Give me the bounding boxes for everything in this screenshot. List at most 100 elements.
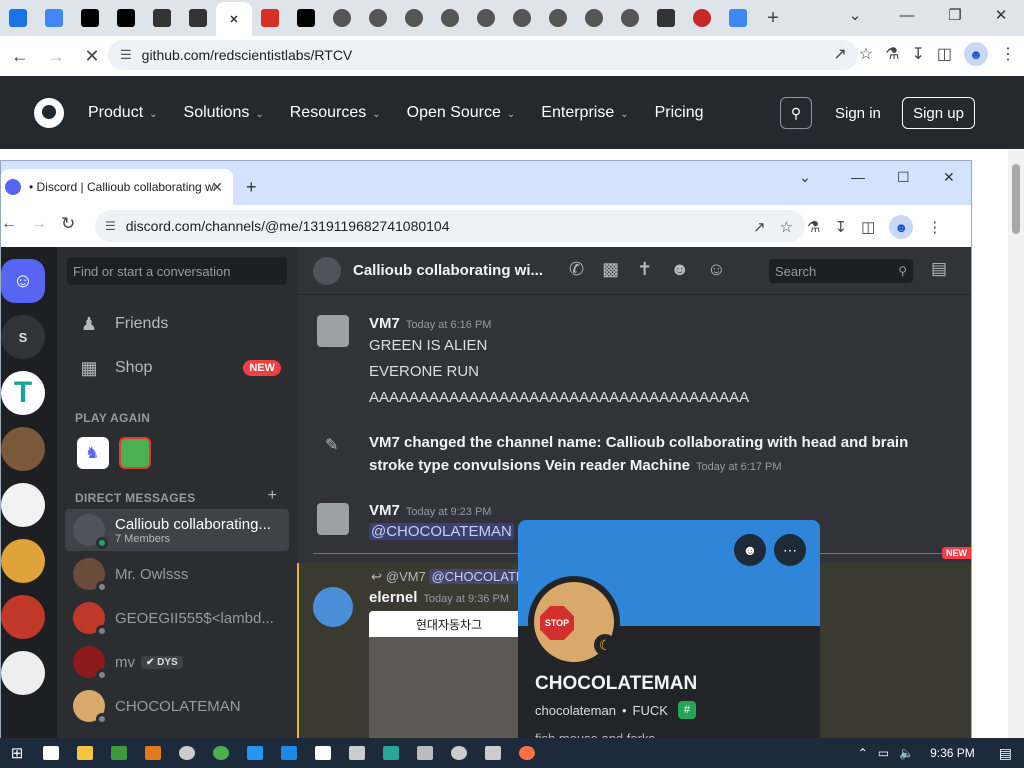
server-icon[interactable]	[1, 539, 45, 583]
vm7-avatar[interactable]	[317, 315, 349, 347]
browser-tab[interactable]	[0, 0, 36, 36]
page-scrollbar[interactable]	[1008, 150, 1024, 740]
github-search-button[interactable]: ⚲	[780, 97, 812, 129]
discord-tab[interactable]: • Discord | Callioub collaborating with …	[1, 169, 233, 205]
inbox-icon[interactable]: ▤	[931, 259, 947, 279]
maximize-button[interactable]: ❐	[932, 0, 978, 30]
browser-tab[interactable]	[72, 0, 108, 36]
browser-tab[interactable]	[144, 0, 180, 36]
browser-tab[interactable]	[468, 0, 504, 36]
browser-tab[interactable]: ✕	[216, 2, 252, 36]
notifications-icon[interactable]: ▤	[999, 745, 1012, 762]
browser-tab[interactable]	[360, 0, 396, 36]
sign-up-button[interactable]: Sign up	[902, 97, 975, 129]
volume-icon[interactable]: 🔈	[899, 746, 914, 760]
github-nav-product[interactable]: Product ⌄	[88, 104, 158, 122]
browser-tab[interactable]	[648, 0, 684, 36]
add-friend-button[interactable]: ☻	[734, 534, 766, 566]
inner-forward-button[interactable]: →	[31, 215, 47, 233]
download-icon[interactable]: ↧	[834, 218, 847, 236]
side-panel-icon[interactable]: ◫	[937, 44, 952, 64]
server-icon[interactable]	[1, 427, 45, 471]
site-info-icon[interactable]: ☰	[120, 47, 132, 63]
message-author[interactable]: elernel Today at 9:36 PM	[369, 589, 509, 606]
taskbar-app[interactable]	[170, 738, 204, 768]
game-icon-2[interactable]	[119, 437, 151, 469]
embed-image[interactable]	[369, 637, 529, 741]
new-tab-button[interactable]: +	[756, 7, 790, 30]
taskbar-app[interactable]	[476, 738, 510, 768]
server-icon[interactable]: T	[1, 371, 45, 415]
reply-reference[interactable]: ↩ @VM7 @CHOCOLATE	[371, 569, 527, 585]
taskbar-app[interactable]	[136, 738, 170, 768]
dm-search-input[interactable]: Find or start a conversation	[67, 257, 287, 285]
minimize-button[interactable]: —	[851, 169, 865, 185]
browser-tab[interactable]	[324, 0, 360, 36]
more-options-button[interactable]: ⋯	[774, 534, 806, 566]
start-button[interactable]: ⊞	[0, 738, 34, 768]
dm-list-item[interactable]: mv ✔ DYS	[65, 641, 289, 683]
message-author[interactable]: VM7 Today at 6:16 PM	[369, 315, 491, 332]
tab-search-chevron-icon[interactable]: ⌄	[832, 0, 878, 30]
menu-kebab-icon[interactable]: ⋮	[1000, 44, 1016, 64]
stop-button[interactable]: ✕	[76, 40, 108, 72]
server-icon[interactable]	[1, 651, 45, 695]
close-tab-icon[interactable]: ✕	[211, 179, 223, 196]
discord-home-button[interactable]: ☺	[1, 259, 45, 303]
browser-tab[interactable]	[540, 0, 576, 36]
back-button[interactable]: ←	[4, 40, 36, 72]
browser-tab[interactable]	[432, 0, 468, 36]
bookmark-star-icon[interactable]: ☆	[859, 44, 873, 64]
browser-tab[interactable]	[576, 0, 612, 36]
tray-chevron-icon[interactable]: ⌃	[858, 746, 868, 760]
taskbar-app[interactable]	[510, 738, 544, 768]
network-icon[interactable]: ▭	[878, 746, 889, 760]
elernel-avatar[interactable]	[313, 587, 353, 627]
browser-tab[interactable]	[612, 0, 648, 36]
labs-flask-icon[interactable]: ⚗	[807, 218, 820, 236]
scrollbar-thumb[interactable]	[1012, 164, 1020, 234]
browser-tab[interactable]	[684, 0, 720, 36]
browser-tab[interactable]	[108, 0, 144, 36]
pin-icon[interactable]: ✝	[637, 259, 652, 280]
dm-list-item[interactable]: CHOCOLATEMAN	[65, 685, 289, 727]
taskbar-app[interactable]	[204, 738, 238, 768]
server-icon[interactable]	[1, 483, 45, 527]
github-nav-pricing[interactable]: Pricing	[655, 104, 704, 122]
friends-nav-item[interactable]: ♟ Friends	[65, 303, 289, 345]
taskbar-app[interactable]	[442, 738, 476, 768]
taskbar-app[interactable]	[102, 738, 136, 768]
site-info-icon[interactable]: ☰	[105, 219, 116, 233]
browser-tab[interactable]	[36, 0, 72, 36]
forward-button[interactable]: →	[40, 40, 72, 72]
taskbar-app[interactable]	[408, 738, 442, 768]
taskbar-app[interactable]	[34, 738, 68, 768]
browser-tab[interactable]	[396, 0, 432, 36]
menu-kebab-icon[interactable]: ⋮	[927, 218, 942, 236]
browser-tab[interactable]	[180, 0, 216, 36]
github-nav-enterprise[interactable]: Enterprise ⌄	[541, 104, 628, 122]
profile-avatar[interactable]: ☻	[889, 215, 914, 239]
shop-nav-item[interactable]: ▦ Shop NEW	[65, 347, 289, 389]
vm7-avatar[interactable]	[317, 503, 349, 535]
new-tab-button[interactable]: +	[246, 177, 257, 198]
browser-tab[interactable]	[504, 0, 540, 36]
video-call-icon[interactable]: ▩	[602, 259, 619, 280]
inner-back-button[interactable]: ←	[1, 215, 17, 233]
github-nav-solutions[interactable]: Solutions ⌄	[184, 104, 264, 122]
download-icon[interactable]: ↧	[911, 44, 924, 64]
taskbar-app[interactable]	[68, 738, 102, 768]
github-nav-resources[interactable]: Resources ⌄	[290, 104, 381, 122]
sign-in-link[interactable]: Sign in	[835, 105, 881, 122]
labs-flask-icon[interactable]: ⚗	[885, 44, 899, 64]
github-nav-open-source[interactable]: Open Source ⌄	[407, 104, 516, 122]
outer-url-bar[interactable]: ☰ github.com/redscientistlabs/RTCV	[108, 40, 858, 70]
side-panel-icon[interactable]: ◫	[861, 218, 875, 236]
add-friend-icon[interactable]: ☻	[670, 259, 689, 280]
members-icon[interactable]: ☺	[707, 259, 725, 280]
message-author[interactable]: VM7 Today at 9:23 PM	[369, 502, 491, 519]
close-window-button[interactable]: ✕	[978, 0, 1024, 30]
taskbar-app[interactable]	[306, 738, 340, 768]
minimize-button[interactable]: —	[884, 0, 930, 30]
tab-search-chevron-icon[interactable]: ⌄	[799, 169, 811, 186]
